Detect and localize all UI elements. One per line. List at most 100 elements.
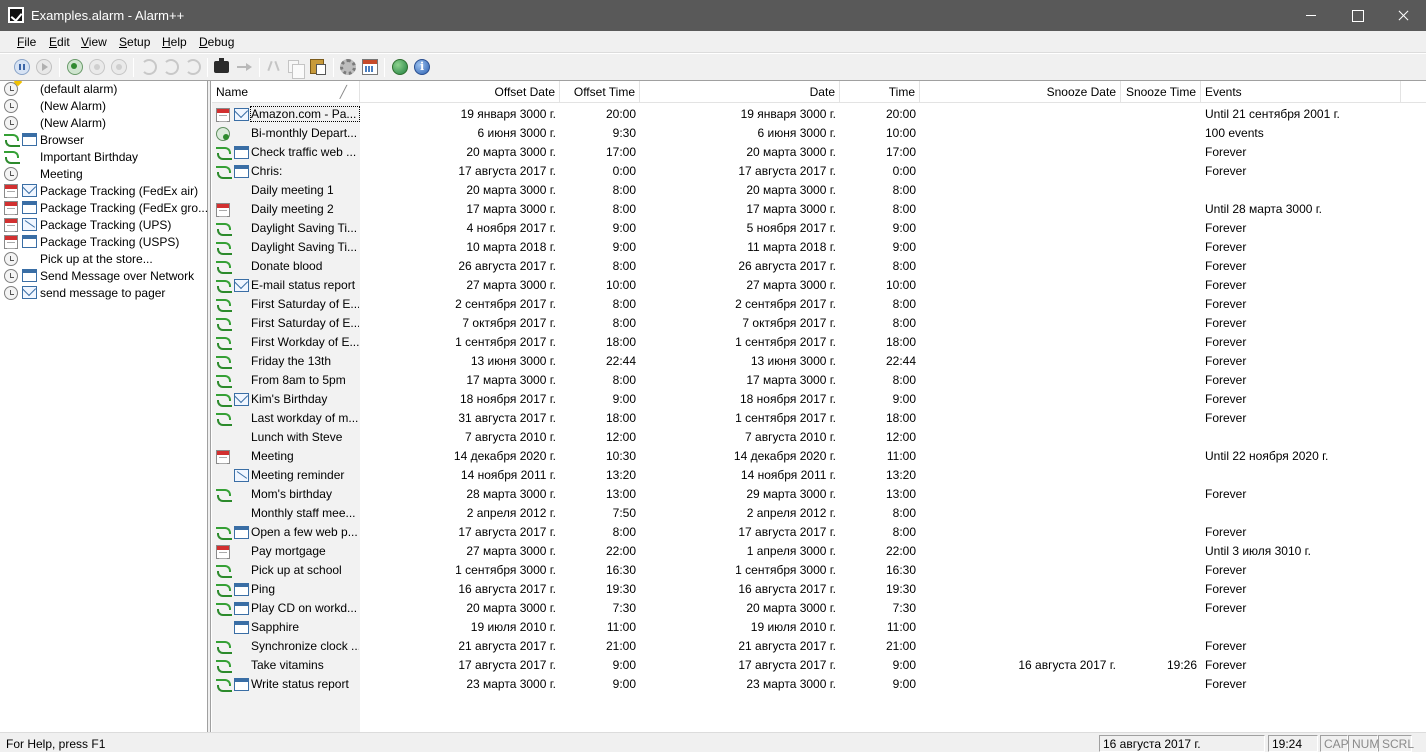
menu-setup[interactable]: Setup bbox=[119, 35, 150, 49]
header-name[interactable]: Name ╱ bbox=[212, 81, 360, 103]
paste-icon[interactable] bbox=[310, 59, 326, 75]
cell-date: 17 марта 3000 г. bbox=[746, 202, 836, 216]
table-row[interactable]: Bi-monthly Depart... 6 июня 3000 г. 9:30 6 … bbox=[212, 124, 1426, 143]
close-button[interactable] bbox=[1380, 0, 1426, 31]
table-row[interactable]: Kim's Birthday 18 ноября 2017 г. 9:00 18 но… bbox=[212, 390, 1426, 409]
table-row[interactable]: First Saturday of E... 2 сентября 2017 г.… bbox=[212, 295, 1426, 314]
table-row[interactable]: First Workday of E... 1 сентября 2017 г. 1… bbox=[212, 333, 1426, 352]
pane-splitter[interactable] bbox=[208, 81, 211, 732]
cell-time: 9:00 bbox=[892, 240, 916, 254]
table-row[interactable]: Check traffic web ... 20 марта 3000 г. 17:… bbox=[212, 143, 1426, 162]
table-row[interactable]: E-mail status report 27 марта 3000 г. 10:0… bbox=[212, 276, 1426, 295]
tree-item[interactable]: (default alarm) bbox=[0, 81, 207, 98]
table-row[interactable]: Open a few web p... 17 августа 2017 г. 8:0… bbox=[212, 523, 1426, 542]
header-date[interactable]: Date bbox=[640, 81, 840, 103]
maximize-button[interactable] bbox=[1334, 0, 1380, 31]
table-row[interactable]: Pick up at school 1 сентября 3000 г. 16:30… bbox=[212, 561, 1426, 580]
refresh-icon[interactable] bbox=[185, 59, 201, 75]
header-snooze-date[interactable]: Snooze Date bbox=[920, 81, 1121, 103]
minimize-button[interactable] bbox=[1288, 0, 1334, 31]
table-row[interactable]: Last workday of m... 31 августа 2017 г. 18… bbox=[212, 409, 1426, 428]
copy-icon[interactable] bbox=[288, 60, 305, 79]
find-icon[interactable] bbox=[214, 58, 229, 73]
table-row[interactable]: Ping 16 августа 2017 г. 19:30 16 августа 20… bbox=[212, 580, 1426, 599]
cell-date: 2 апреля 2012 г. bbox=[746, 506, 836, 520]
web-icon[interactable] bbox=[392, 59, 408, 75]
table-row[interactable]: Meeting 14 декабря 2020 г. 10:30 14 декабря… bbox=[212, 447, 1426, 466]
table-row[interactable]: Lunch with Steve 7 августа 2010 г. 12:00 7 … bbox=[212, 428, 1426, 447]
cell-events: Forever bbox=[1205, 392, 1247, 406]
clock-icon bbox=[4, 116, 18, 130]
cell-date: 21 августа 2017 г. bbox=[738, 639, 836, 653]
table-row[interactable]: Daily meeting 1 20 марта 3000 г. 8:00 20 ма… bbox=[212, 181, 1426, 200]
table-row[interactable]: Monthly staff mee... 2 апреля 2012 г. 7:50… bbox=[212, 504, 1426, 523]
tree-item[interactable]: Pick up at the store... bbox=[0, 251, 207, 268]
redo-icon[interactable] bbox=[163, 59, 179, 75]
table-row[interactable]: Synchronize clock ... 21 августа 2017 г. 2… bbox=[212, 637, 1426, 656]
table-row[interactable]: Donate blood 26 августа 2017 г. 8:00 26 авг… bbox=[212, 257, 1426, 276]
menu-bar: File Edit View Setup Help Debug bbox=[0, 31, 1426, 53]
table-row[interactable]: Daylight Saving Ti... 10 марта 2018 г. 9:0… bbox=[212, 238, 1426, 257]
header-offset-date[interactable]: Offset Date bbox=[360, 81, 560, 103]
cell-date: 7 августа 2010 г. bbox=[745, 430, 836, 444]
header-offset-time[interactable]: Offset Time bbox=[560, 81, 640, 103]
find-next-icon[interactable] bbox=[236, 59, 252, 75]
new-alarm-icon[interactable] bbox=[67, 59, 83, 75]
pause-icon[interactable] bbox=[14, 59, 30, 75]
header-events[interactable]: Events bbox=[1201, 81, 1401, 103]
menu-file[interactable]: File bbox=[17, 35, 36, 49]
table-row[interactable]: Friday the 13th 13 июня 3000 г. 22:44 13 ию… bbox=[212, 352, 1426, 371]
menu-edit[interactable]: Edit bbox=[49, 35, 70, 49]
tree-item[interactable]: Package Tracking (FedEx air) bbox=[0, 183, 207, 200]
tree-item[interactable]: Package Tracking (FedEx gro... bbox=[0, 200, 207, 217]
calendar-icon[interactable] bbox=[362, 59, 378, 75]
undo-icon[interactable] bbox=[141, 59, 157, 75]
menu-help[interactable]: Help bbox=[162, 35, 187, 49]
tree-item[interactable]: Meeting bbox=[0, 166, 207, 183]
table-row[interactable]: Take vitamins 17 августа 2017 г. 9:00 17 ав… bbox=[212, 656, 1426, 675]
tree-item[interactable]: Important Birthday bbox=[0, 149, 207, 166]
menu-view[interactable]: View bbox=[81, 35, 107, 49]
tree-item[interactable]: Browser bbox=[0, 132, 207, 149]
tree-item[interactable]: (New Alarm) bbox=[0, 115, 207, 132]
cell-offset-time: 8:00 bbox=[612, 202, 636, 216]
cut-icon[interactable] bbox=[266, 59, 282, 75]
cell-name: Synchronize clock ... bbox=[251, 639, 359, 653]
cell-offset-time: 8:00 bbox=[612, 183, 636, 197]
alarm-tree[interactable]: (default alarm) (New Alarm) (New Alarm) Bro… bbox=[0, 81, 208, 732]
status-help-text: For Help, press F1 bbox=[6, 737, 106, 751]
cell-time: 19:30 bbox=[885, 582, 916, 596]
table-row[interactable]: Mom's birthday 28 марта 3000 г. 13:00 29 ма… bbox=[212, 485, 1426, 504]
mail-icon bbox=[234, 279, 249, 292]
table-row[interactable]: Play CD on workd... 20 марта 3000 г. 7:30 2… bbox=[212, 599, 1426, 618]
table-row[interactable]: Daily meeting 2 17 марта 3000 г. 8:00 17 ма… bbox=[212, 200, 1426, 219]
table-row[interactable]: First Saturday of E... 7 октября 2017 г. 8… bbox=[212, 314, 1426, 333]
table-row[interactable]: Write status report 23 марта 3000 г. 9:00 2… bbox=[212, 675, 1426, 694]
header-time[interactable]: Time bbox=[840, 81, 920, 103]
cell-name: First Saturday of E... bbox=[251, 297, 359, 311]
cell-events: Forever bbox=[1205, 240, 1247, 254]
table-row[interactable]: Meeting reminder 14 ноября 2011 г. 13:20 14… bbox=[212, 466, 1426, 485]
table-row[interactable]: Chris: 17 августа 2017 г. 0:00 17 августа 2… bbox=[212, 162, 1426, 181]
app-icon[interactable] bbox=[8, 7, 24, 23]
status-scrl: SCRL bbox=[1378, 735, 1414, 752]
about-icon[interactable] bbox=[414, 59, 430, 75]
tree-item[interactable]: Package Tracking (UPS) bbox=[0, 217, 207, 234]
table-row[interactable]: From 8am to 5pm 17 марта 3000 г. 8:00 17 ма… bbox=[212, 371, 1426, 390]
delete-alarm-icon[interactable] bbox=[111, 59, 127, 75]
table-row[interactable]: Daylight Saving Ti... 4 ноября 2017 г. 9:0… bbox=[212, 219, 1426, 238]
edit-alarm-icon[interactable] bbox=[89, 59, 105, 75]
cell-offset-time: 22:00 bbox=[605, 544, 636, 558]
table-row[interactable]: Sapphire 19 июля 2010 г. 11:00 19 июля 2010… bbox=[212, 618, 1426, 637]
settings-icon[interactable] bbox=[340, 59, 356, 75]
header-snooze-time[interactable]: Snooze Time bbox=[1121, 81, 1201, 103]
play-icon[interactable] bbox=[36, 59, 52, 75]
tree-item[interactable]: send message to pager bbox=[0, 285, 207, 302]
cell-events: Forever bbox=[1205, 487, 1247, 501]
menu-debug[interactable]: Debug bbox=[199, 35, 234, 49]
tree-item[interactable]: Send Message over Network bbox=[0, 268, 207, 285]
tree-item[interactable]: (New Alarm) bbox=[0, 98, 207, 115]
table-row[interactable]: Amazon.com - Pa... 19 января 3000 г. 20:00… bbox=[212, 105, 1426, 124]
tree-item[interactable]: Package Tracking (USPS) bbox=[0, 234, 207, 251]
table-row[interactable]: Pay mortgage 27 марта 3000 г. 22:00 1 апрел… bbox=[212, 542, 1426, 561]
